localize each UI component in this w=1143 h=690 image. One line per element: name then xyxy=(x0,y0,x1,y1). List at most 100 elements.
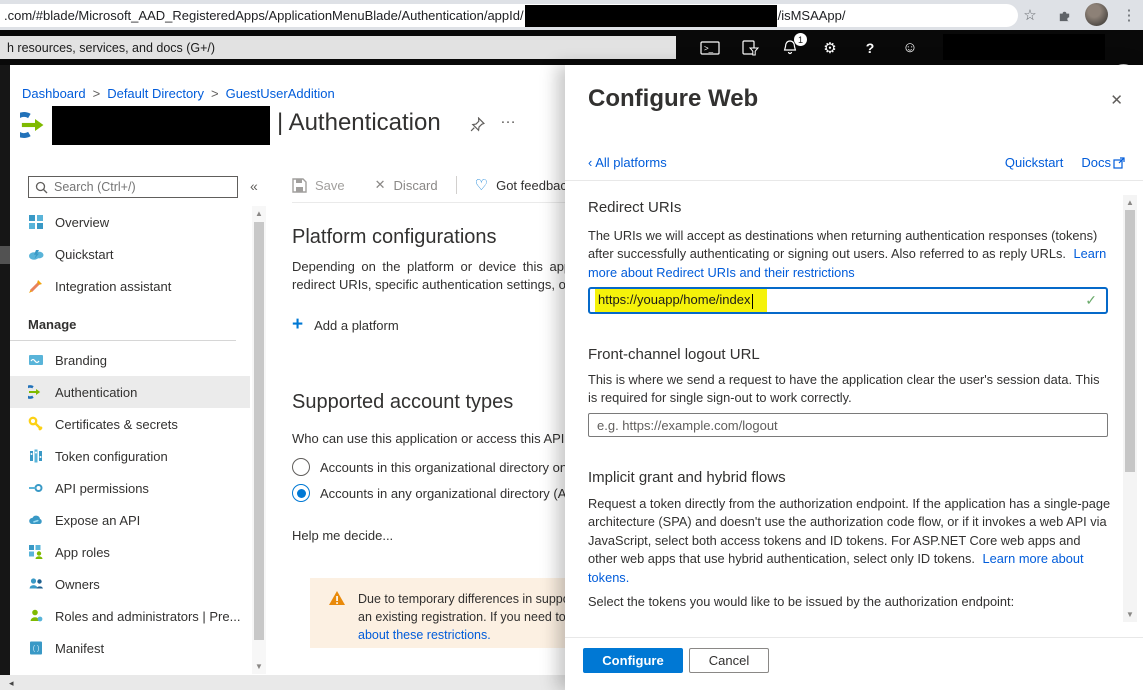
front-channel-logout-description: This is where we send a request to have … xyxy=(588,371,1112,408)
panel-scroll-up-arrow[interactable]: ▲ xyxy=(1123,198,1137,207)
front-channel-logout-input[interactable] xyxy=(588,413,1108,437)
sidebar-item-label: Integration assistant xyxy=(55,279,171,294)
radio-unselected-icon[interactable] xyxy=(292,458,310,476)
radio-selected-icon[interactable] xyxy=(292,484,310,502)
scroll-left-arrow[interactable]: ◂ xyxy=(9,678,14,689)
help-icon[interactable]: ? xyxy=(854,30,886,65)
sidebar-item-label: Manifest xyxy=(55,641,104,656)
sidebar-item-owners[interactable]: Owners xyxy=(10,568,250,600)
manage-section-header: Manage xyxy=(10,309,236,341)
branding-icon xyxy=(28,352,44,368)
panel-scroll-down-arrow[interactable]: ▼ xyxy=(1123,610,1137,619)
implicit-grant-heading: Implicit grant and hybrid flows xyxy=(588,469,786,486)
sidebar-scrollbar-thumb[interactable] xyxy=(254,222,264,640)
notifications-bell-icon[interactable]: 1 xyxy=(774,30,806,65)
sidebar-item-label: Branding xyxy=(55,353,107,368)
breadcrumb-dashboard[interactable]: Dashboard xyxy=(22,86,86,101)
redirect-uri-highlighted-value: https://youapp/home/index xyxy=(595,289,767,311)
breadcrumb-guestuseraddition[interactable]: GuestUserAddition xyxy=(226,86,335,101)
panel-scrollbar: ▲ ▼ xyxy=(1123,195,1137,622)
expose-api-cloud-icon xyxy=(28,512,44,528)
sidebar-item-token-configuration[interactable]: Token configuration xyxy=(10,440,250,472)
extensions-puzzle-icon[interactable] xyxy=(1052,3,1076,27)
sidebar-item-label: API permissions xyxy=(55,481,149,496)
sidebar-item-label: Authentication xyxy=(55,385,137,400)
panel-scrollbar-thumb[interactable] xyxy=(1125,210,1135,472)
cloud-shell-icon[interactable]: >_ xyxy=(694,30,726,65)
valid-check-icon: ✓ xyxy=(1085,292,1097,309)
discard-button[interactable]: ✕ Discard xyxy=(375,177,438,193)
api-permissions-icon xyxy=(28,480,44,496)
platform-configurations-heading: Platform configurations xyxy=(292,226,497,249)
url-suffix: /isMSAApp/ xyxy=(778,8,846,23)
collapse-menu-button[interactable]: « xyxy=(250,178,258,194)
redirect-uri-input[interactable]: https://youapp/home/index ✓ xyxy=(588,287,1108,314)
browser-menu-kebab-icon[interactable]: ⋮ xyxy=(1117,3,1141,27)
sidebar-item-label: Token configuration xyxy=(55,449,168,464)
sidebar-item-manifest[interactable]: ( ) Manifest xyxy=(10,632,250,664)
address-bar[interactable]: .com/#blade/Microsoft_AAD_RegisteredApps… xyxy=(0,4,1018,27)
implicit-grant-description: Request a token directly from the author… xyxy=(588,495,1112,587)
sidebar-item-authentication[interactable]: Authentication xyxy=(10,376,250,408)
heart-icon: ♡ xyxy=(475,176,488,194)
feedback-smiley-icon[interactable]: ☺ xyxy=(894,30,926,65)
blade-search-box[interactable] xyxy=(28,176,238,198)
all-platforms-back-link[interactable]: ‹ All platforms xyxy=(588,155,667,170)
breadcrumb-default-directory[interactable]: Default Directory xyxy=(107,86,204,101)
scroll-up-arrow[interactable]: ▲ xyxy=(252,209,266,218)
sidebar-item-expose-an-api[interactable]: Expose an API xyxy=(10,504,250,536)
toolbar-divider xyxy=(456,176,457,194)
certificates-key-icon xyxy=(28,416,44,432)
pin-icon[interactable] xyxy=(470,117,485,137)
scroll-down-arrow[interactable]: ▼ xyxy=(252,662,266,671)
sidebar-scrollbar: ▲ ▼ xyxy=(252,206,266,674)
panel-footer-divider xyxy=(565,637,1143,638)
panel-header-divider xyxy=(565,180,1143,181)
sidebar-item-quickstart[interactable]: Quickstart xyxy=(10,238,250,270)
sidebar-item-certificates-secrets[interactable]: Certificates & secrets xyxy=(10,408,250,440)
quickstart-link[interactable]: Quickstart xyxy=(1005,155,1064,170)
azure-portal-screen: .com/#blade/Microsoft_AAD_RegisteredApps… xyxy=(0,0,1143,690)
page-title: | Authentication xyxy=(277,109,441,137)
add-platform-label: Add a platform xyxy=(314,318,399,333)
settings-gear-icon[interactable]: ⚙ xyxy=(814,30,846,65)
sidebar-item-integration-assistant[interactable]: Integration assistant xyxy=(10,270,250,302)
browser-toolbar: .com/#blade/Microsoft_AAD_RegisteredApps… xyxy=(0,0,1143,30)
sidebar-item-api-permissions[interactable]: API permissions xyxy=(10,472,250,504)
docs-link[interactable]: Docs xyxy=(1081,155,1111,170)
global-search-bar[interactable]: h resources, services, and docs (G+/) xyxy=(0,36,676,59)
sidebar-item-label: Certificates & secrets xyxy=(55,417,178,432)
search-icon xyxy=(35,181,48,194)
collapsed-nav-strip[interactable] xyxy=(0,65,10,675)
svg-text:( ): ( ) xyxy=(33,646,40,653)
global-search-text: h resources, services, and docs (G+/) xyxy=(7,41,215,55)
collapsed-nav-notch xyxy=(0,246,10,264)
panel-doc-links: Quickstart Docs xyxy=(1005,155,1125,170)
sidebar-item-label: Roles and administrators | Pre... xyxy=(55,609,240,624)
browser-profile-avatar[interactable] xyxy=(1085,3,1108,26)
bookmark-star-icon[interactable]: ☆ xyxy=(1018,3,1042,27)
save-floppy-icon xyxy=(292,178,307,193)
help-me-decide-link[interactable]: Help me decide... xyxy=(292,527,393,545)
sidebar-item-branding[interactable]: Branding xyxy=(10,344,250,376)
sidebar-item-app-roles[interactable]: App roles xyxy=(10,536,250,568)
overview-icon xyxy=(28,214,44,230)
more-options-icon[interactable]: … xyxy=(500,110,516,128)
app-registration-icon xyxy=(20,110,50,145)
directory-filter-icon[interactable] xyxy=(734,30,766,65)
sidebar-item-overview[interactable]: Overview xyxy=(10,206,250,238)
url-prefix: .com/#blade/Microsoft_AAD_RegisteredApps… xyxy=(4,8,524,23)
url-redaction-box xyxy=(525,5,777,27)
blade-search-input[interactable] xyxy=(54,180,214,194)
save-button[interactable]: Save xyxy=(292,178,345,193)
configure-button[interactable]: Configure xyxy=(583,648,683,673)
blade-menu: Overview Quickstart Integration assistan… xyxy=(10,206,250,664)
panel-close-icon[interactable]: ✕ xyxy=(1110,91,1123,109)
warning-triangle-icon xyxy=(328,590,346,606)
add-platform-button[interactable]: + Add a platform xyxy=(292,314,399,336)
select-tokens-text: Select the tokens you would like to be i… xyxy=(588,593,1112,611)
cancel-button[interactable]: Cancel xyxy=(689,648,769,673)
sidebar-item-label: Expose an API xyxy=(55,513,140,528)
sidebar-item-roles-administrators[interactable]: Roles and administrators | Pre... xyxy=(10,600,250,632)
all-platforms-label: All platforms xyxy=(595,155,667,170)
